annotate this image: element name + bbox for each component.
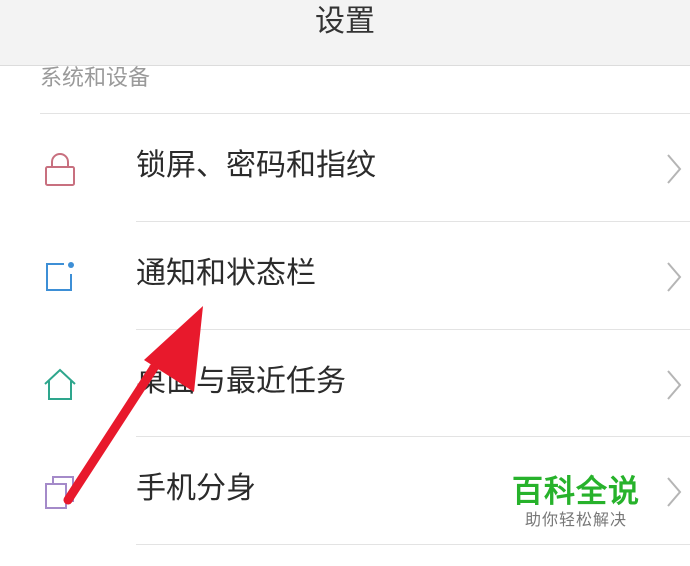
settings-item-label: 桌面与最近任务 — [136, 364, 346, 399]
lock-icon — [40, 149, 80, 189]
settings-item-label: 锁屏、密码和指纹 — [136, 148, 376, 183]
settings-item-lock-screen[interactable]: 锁屏、密码和指纹 — [0, 114, 690, 221]
settings-item-notifications[interactable]: 通知和状态栏 — [0, 222, 690, 329]
chevron-right-icon — [664, 260, 684, 294]
settings-item-label: 通知和状态栏 — [136, 256, 316, 291]
top-bar: 设置 — [0, 0, 690, 66]
settings-item-desktop[interactable]: 桌面与最近任务 — [0, 330, 690, 437]
section-header: 系统和设备 — [40, 66, 151, 91]
watermark-subtitle: 助你轻松解决 — [524, 510, 627, 529]
chevron-right-icon — [664, 152, 684, 186]
settings-item-label: 手机分身 — [136, 471, 256, 506]
page-title: 设置 — [315, 4, 375, 39]
chevron-right-icon — [664, 368, 684, 402]
notification-icon — [40, 257, 80, 297]
watermark-logo: 百科全说 助你轻松解决 — [512, 474, 640, 530]
settings-screen: 设置 系统和设备 锁屏、密码和指纹 通知和状态栏 桌面与最近任务 手机分身 百科… — [0, 0, 690, 566]
watermark-title: 百科全说 — [512, 474, 640, 510]
chevron-right-icon — [664, 475, 684, 509]
row-divider — [136, 544, 690, 545]
clone-icon — [40, 472, 80, 512]
home-icon — [40, 365, 80, 405]
